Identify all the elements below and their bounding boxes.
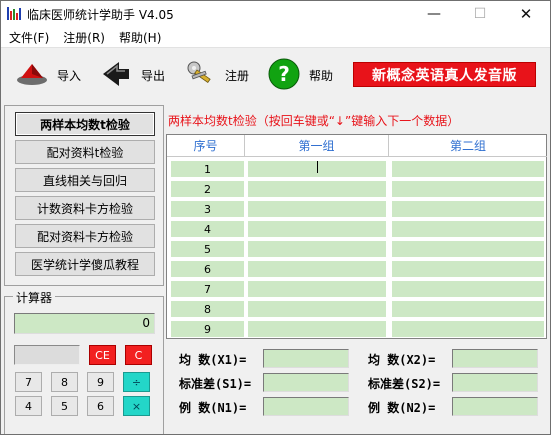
promo-banner-button[interactable]: 新概念英语真人发音版 (353, 62, 536, 87)
group1-cell[interactable] (248, 281, 386, 297)
row-number: 7 (171, 281, 244, 297)
text-caret (317, 161, 318, 173)
menu-bar: 文件(F) 注册(R) 帮助(H) (1, 27, 550, 47)
col-header-index: 序号 (167, 135, 245, 157)
calculator-display: 0 (14, 313, 155, 334)
help-label[interactable]: 帮助 (309, 67, 333, 84)
group2-cell[interactable] (392, 161, 544, 177)
calc-5-button[interactable]: 5 (51, 396, 78, 416)
window-title: 临床医师统计学助手 V4.05 (27, 8, 174, 22)
calculator-title: 计算器 (13, 289, 56, 306)
help-question-icon[interactable]: ? (267, 58, 301, 90)
n2-value (452, 397, 538, 416)
calculator-memory-display (14, 345, 80, 365)
data-entry-grid: 序号 第一组 第二组 1 2 3 4 5 6 7 8 9 (166, 134, 547, 339)
menu-file[interactable]: 文件(F) (9, 29, 49, 46)
calc-c-button[interactable]: C (125, 345, 152, 365)
group2-cell[interactable] (392, 281, 544, 297)
group2-cell[interactable] (392, 301, 544, 317)
row-number: 2 (171, 181, 244, 197)
minimize-button[interactable]: — (411, 1, 457, 27)
nav-paired-t-test[interactable]: 配对资料t检验 (15, 140, 155, 164)
calc-6-button[interactable]: 6 (87, 396, 114, 416)
calc-multiply-button[interactable]: × (123, 396, 150, 416)
import-label[interactable]: 导入 (57, 67, 81, 84)
group2-cell[interactable] (392, 201, 544, 217)
sd2-value (452, 373, 538, 392)
sd1-label: 标准差(S1)= (179, 377, 252, 391)
n1-value (263, 397, 349, 416)
group2-cell[interactable] (392, 261, 544, 277)
mean2-label: 均 数(X2)= (368, 353, 436, 367)
main-instruction: 两样本均数t检验（按回车键或“↓”键输入下一个数据） (168, 114, 460, 128)
mean1-value (263, 349, 349, 368)
group1-cell[interactable] (248, 301, 386, 317)
group1-cell[interactable] (248, 201, 386, 217)
nav-chi-square-paired[interactable]: 配对资料卡方检验 (15, 224, 155, 248)
toolbar: 导入 导出 注册 ? 帮助 新概念英语真人发音版 (1, 47, 550, 103)
app-bar-chart-icon (7, 7, 21, 20)
calc-ce-button[interactable]: CE (89, 345, 116, 365)
mean1-label: 均 数(X1)= (179, 353, 247, 367)
row-number: 9 (171, 321, 244, 337)
nav-linear-regression[interactable]: 直线相关与回归 (15, 168, 155, 192)
register-label[interactable]: 注册 (225, 67, 249, 84)
result-stats-panel: 均 数(X1)= 均 数(X2)= 标准差(S1)= 标准差(S2)= 例 数(… (166, 341, 547, 434)
calc-divide-button[interactable]: ÷ (123, 372, 150, 392)
row-number: 3 (171, 201, 244, 217)
calculator-panel: 计算器 0 CE C 7 8 9 ÷ 4 5 6 × (4, 289, 164, 434)
group1-cell[interactable] (248, 181, 386, 197)
row-number: 1 (171, 161, 244, 177)
row-number: 6 (171, 261, 244, 277)
row-number: 5 (171, 241, 244, 257)
nav-tutorial[interactable]: 医学统计学傻瓜教程 (15, 252, 155, 276)
test-type-nav: 两样本均数t检验 配对资料t检验 直线相关与回归 计数资料卡方检验 配对资料卡方… (4, 105, 164, 286)
row-number: 8 (171, 301, 244, 317)
n2-label: 例 数(N2)= (368, 401, 436, 415)
menu-help[interactable]: 帮助(H) (119, 29, 161, 46)
maximize-button[interactable]: ☐ (457, 1, 503, 27)
sd2-label: 标准差(S2)= (368, 377, 441, 391)
group1-cell[interactable] (248, 241, 386, 257)
export-icon[interactable] (99, 58, 133, 90)
group2-cell[interactable] (392, 241, 544, 257)
group2-cell[interactable] (392, 221, 544, 237)
calc-4-button[interactable]: 4 (15, 396, 42, 416)
mean2-value (452, 349, 538, 368)
calc-7-button[interactable]: 7 (15, 372, 42, 392)
svg-text:?: ? (278, 62, 290, 86)
calc-9-button[interactable]: 9 (87, 372, 114, 392)
row-number: 4 (171, 221, 244, 237)
group1-cell[interactable] (248, 321, 386, 337)
calc-8-button[interactable]: 8 (51, 372, 78, 392)
export-label[interactable]: 导出 (141, 67, 165, 84)
group2-cell[interactable] (392, 181, 544, 197)
menu-register[interactable]: 注册(R) (63, 29, 105, 46)
col-header-group1: 第一组 (245, 135, 389, 157)
group1-cell[interactable] (248, 221, 386, 237)
nav-chi-square-count[interactable]: 计数资料卡方检验 (15, 196, 155, 220)
sd1-value (263, 373, 349, 392)
app-window: 临床医师统计学助手 V4.05 — ☐ ✕ 文件(F) 注册(R) 帮助(H) … (0, 0, 551, 435)
register-key-icon[interactable] (183, 58, 217, 90)
n1-label: 例 数(N1)= (179, 401, 247, 415)
title-bar: 临床医师统计学助手 V4.05 — ☐ ✕ (1, 1, 550, 27)
import-icon[interactable] (15, 58, 49, 90)
col-header-group2: 第二组 (389, 135, 547, 157)
nav-two-sample-t-test[interactable]: 两样本均数t检验 (15, 112, 155, 136)
group2-cell[interactable] (392, 321, 544, 337)
close-button[interactable]: ✕ (503, 1, 549, 27)
group1-cell[interactable] (248, 261, 386, 277)
